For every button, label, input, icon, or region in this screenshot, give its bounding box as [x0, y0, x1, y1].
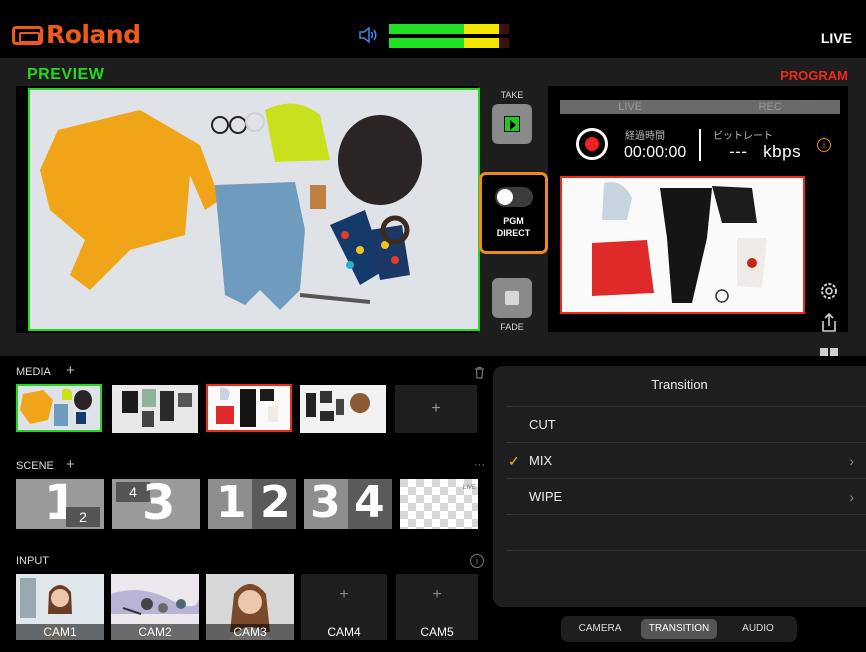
add-cam-icon: +: [339, 586, 349, 603]
scene-label: SCENE: [16, 460, 54, 472]
elapsed-time-value: 00:00:00: [624, 144, 687, 161]
fade-button[interactable]: [492, 278, 532, 318]
bottom-segmented-control: CAMERA TRANSITION AUDIO: [561, 616, 797, 642]
media-thumb[interactable]: [112, 385, 198, 433]
bitrate-value: --- kbps: [729, 142, 802, 161]
add-cam-icon: +: [432, 586, 442, 603]
transition-panel: Transition CUT ✓ MIX › WIPE ›: [493, 366, 866, 607]
scene-item-transparent[interactable]: LIVE: [400, 479, 478, 529]
chevron-right-icon: ›: [849, 453, 854, 469]
info-icon[interactable]: i: [817, 138, 831, 152]
top-bar: Roland LIVE: [0, 0, 866, 58]
add-cam-slot[interactable]: + CAM4: [301, 574, 387, 640]
tab-transition[interactable]: TRANSITION: [641, 619, 717, 639]
monitor-area: PREVIEW PROGRAM TAKE PGM DIRECT FADE LIV…: [0, 58, 866, 366]
audio-meter-left: [389, 24, 509, 34]
media-thumb[interactable]: [16, 384, 102, 432]
cam-label: CAM5: [420, 625, 454, 639]
record-button-icon[interactable]: [576, 128, 608, 160]
cam-input[interactable]: CAM1: [16, 574, 104, 640]
roland-mark-icon: [12, 26, 43, 45]
pgm-direct-toggle[interactable]: PGM DIRECT: [479, 172, 548, 254]
scene-item[interactable]: 1 2: [208, 479, 296, 529]
preview-monitor: [16, 86, 480, 333]
media-thumb[interactable]: [206, 384, 292, 432]
input-label: INPUT: [16, 555, 49, 567]
scene-item[interactable]: 4 3: [112, 479, 200, 529]
transition-option-cut[interactable]: CUT: [506, 406, 866, 442]
status-divider: [699, 129, 701, 161]
elapsed-time-label: 経過時間: [625, 131, 665, 142]
transition-title: Transition: [651, 377, 708, 392]
chevron-right-icon: ›: [849, 489, 854, 505]
fade-icon: [505, 291, 519, 305]
pgm-direct-switch[interactable]: [495, 187, 533, 207]
add-media-slot[interactable]: +: [395, 385, 477, 433]
cam-input[interactable]: CAM2: [111, 574, 199, 640]
take-button[interactable]: [492, 104, 532, 144]
cam-label: CAM1: [16, 624, 104, 640]
add-media-button[interactable]: +: [66, 362, 75, 379]
scene-live-tag: LIVE: [462, 485, 476, 491]
share-icon[interactable]: [818, 312, 840, 334]
audio-meter-right: [389, 38, 509, 48]
bitrate-label: ビットレート: [713, 131, 773, 142]
preview-image: [28, 88, 480, 331]
speaker-icon[interactable]: [358, 26, 378, 44]
transition-empty-row: [506, 514, 866, 550]
tab-camera[interactable]: CAMERA: [565, 619, 635, 639]
trash-icon[interactable]: [474, 366, 485, 379]
rec-tab[interactable]: REC: [759, 100, 782, 114]
live-status: LIVE: [820, 30, 852, 46]
add-scene-button[interactable]: +: [66, 456, 75, 473]
program-image: [560, 176, 805, 314]
scene-sub-number: 2: [66, 507, 100, 527]
input-info-icon[interactable]: i: [470, 554, 484, 568]
settings-gear-icon[interactable]: [818, 280, 840, 302]
check-icon: ✓: [508, 453, 520, 469]
take-label: TAKE: [500, 90, 524, 100]
fade-label: FADE: [500, 322, 524, 332]
preview-label: PREVIEW: [27, 66, 105, 83]
roland-logo: Roland: [12, 20, 141, 49]
tab-audio[interactable]: AUDIO: [723, 619, 793, 639]
scene-item[interactable]: 1 2: [16, 479, 104, 529]
cam-label: CAM3: [206, 624, 294, 640]
cam-label: CAM4: [327, 625, 361, 639]
program-label: PROGRAM: [780, 68, 848, 83]
add-cam-slot[interactable]: + CAM5: [396, 574, 478, 640]
media-label: MEDIA: [16, 366, 51, 378]
brand-name: Roland: [46, 20, 141, 49]
live-rec-bar: LIVE REC: [560, 100, 840, 114]
scene-item[interactable]: 3 4: [304, 479, 392, 529]
transition-option-wipe[interactable]: WIPE ›: [506, 478, 866, 514]
pgm-direct-label: PGM DIRECT: [496, 216, 531, 238]
transition-option-mix[interactable]: ✓ MIX ›: [506, 442, 866, 478]
program-monitor: LIVE REC 経過時間 00:00:00 ビットレート --- kbps i: [548, 86, 848, 366]
take-icon: [504, 116, 520, 132]
live-tab[interactable]: LIVE: [618, 100, 642, 114]
transition-empty-row: [506, 550, 866, 586]
scene-more-menu[interactable]: ···: [474, 459, 485, 471]
cam-label: CAM2: [111, 624, 199, 640]
media-thumb[interactable]: [300, 385, 386, 433]
cam-input[interactable]: CAM3: [206, 574, 294, 640]
